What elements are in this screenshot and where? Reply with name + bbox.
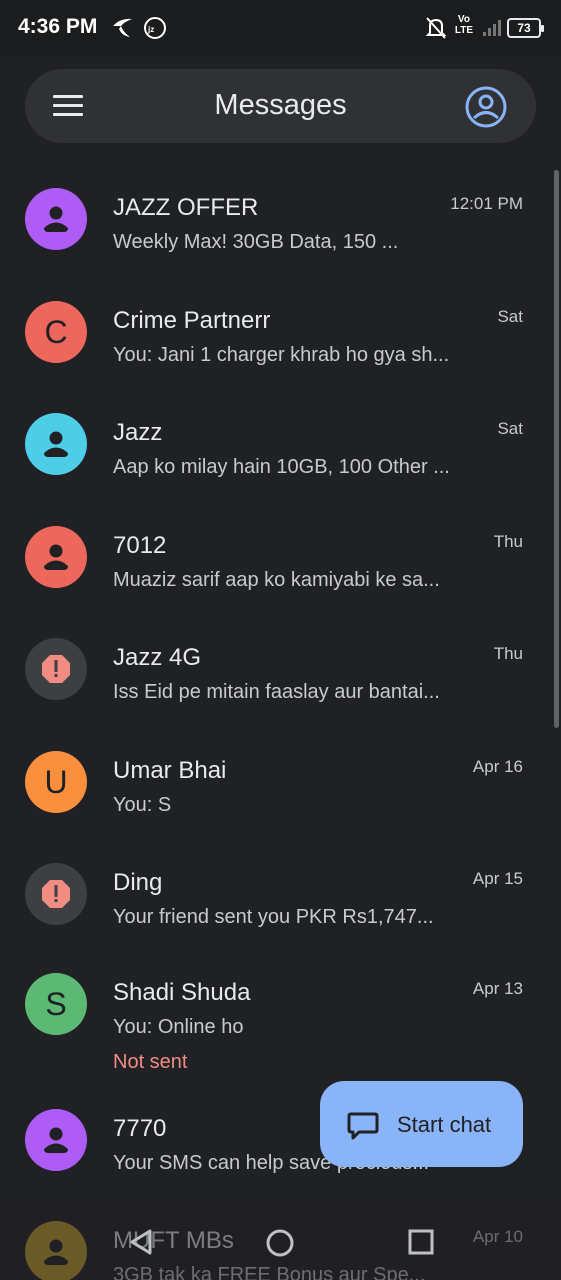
conversation-name: Crime Partnerr	[113, 307, 271, 334]
letter-avatar[interactable]: U	[25, 751, 87, 813]
conversation-snippet: Aap ko milay hain 10GB, 100 Other ...	[113, 456, 450, 478]
conversation-time: Apr 13	[472, 979, 523, 998]
conversation-time: 12:01 PM	[450, 194, 523, 213]
telenor-icon	[110, 16, 136, 45]
conversation-item[interactable]: Jazz 4G Iss Eid pe mitain faaslay aur ban…	[0, 600, 561, 712]
conversation-time: Apr 16	[472, 757, 523, 776]
start-chat-button[interactable]: Start chat	[320, 1081, 523, 1167]
conversation-snippet: You: S	[113, 794, 172, 816]
signal-icon	[483, 20, 501, 36]
person-avatar-icon[interactable]	[25, 526, 87, 588]
avatar-letter: C	[44, 313, 68, 350]
letter-avatar[interactable]: C	[25, 301, 87, 363]
conversation-snippet: You: Online ho	[113, 1016, 244, 1038]
chat-bubble-icon	[345, 1108, 381, 1149]
conversation-name: 7012	[113, 532, 167, 559]
recents-icon[interactable]	[408, 1229, 434, 1260]
status-bar: 4:36 PM jz Vo LTE 73	[0, 0, 561, 56]
conversation-name: JAZZ OFFER	[113, 194, 259, 221]
conversation-name: Shadi Shuda	[113, 979, 251, 1006]
person-avatar-icon[interactable]	[25, 188, 87, 250]
start-chat-label: Start chat	[397, 1112, 492, 1137]
alert-avatar-icon[interactable]	[25, 638, 87, 700]
status-time: 4:36 PM	[18, 15, 98, 38]
conversation-time: Apr 15	[472, 869, 523, 888]
svg-text:jz: jz	[147, 25, 154, 34]
mute-notification-icon	[425, 16, 447, 45]
page-title: Messages	[214, 89, 347, 121]
conversation-item[interactable]: S Shadi Shuda You: Online ho Apr 13 Not sent	[0, 935, 561, 1073]
person-avatar-icon[interactable]	[25, 1109, 87, 1171]
conversation-snippet: You: Jani 1 charger khrab ho gya sh...	[113, 344, 450, 366]
back-icon[interactable]	[128, 1228, 154, 1261]
system-nav-bar	[0, 1205, 561, 1280]
conversation-item[interactable]: 7012 Muaziz sarif aap ko kamiyabi ke sa..…	[0, 488, 561, 600]
scrollbar[interactable]	[554, 170, 559, 728]
person-avatar-icon[interactable]	[25, 413, 87, 475]
conversation-item[interactable]: Jazz Aap ko milay hain 10GB, 100 Other ..…	[0, 375, 561, 487]
conversation-time: Sat	[497, 419, 523, 438]
battery-icon: 73	[507, 18, 544, 38]
conversation-snippet: Iss Eid pe mitain faaslay aur bantai...	[113, 681, 440, 703]
home-icon[interactable]	[265, 1228, 295, 1263]
account-icon[interactable]	[464, 85, 508, 129]
alert-avatar-icon[interactable]	[25, 863, 87, 925]
conversation-snippet: Your friend sent you PKR Rs1,747...	[113, 906, 434, 928]
letter-avatar[interactable]: S	[25, 973, 87, 1035]
conversation-time: Sat	[497, 307, 523, 326]
jazz-icon: jz	[143, 16, 167, 45]
conversation-name: Jazz	[113, 419, 163, 446]
conversation-name: Jazz 4G	[113, 644, 202, 671]
conversation-time: Thu	[493, 532, 523, 551]
volte-indicator: Vo LTE	[455, 14, 473, 36]
conversation-item[interactable]: Ding Your friend sent you PKR Rs1,747... A…	[0, 825, 561, 937]
conversation-item[interactable]: U Umar Bhai You: S Apr 16	[0, 713, 561, 825]
avatar-letter: S	[45, 985, 67, 1022]
conversation-snippet: Weekly Max! 30GB Data, 150 ...	[113, 231, 399, 253]
conversation-item[interactable]: C Crime Partnerr You: Jani 1 charger khrab…	[0, 263, 561, 375]
avatar-letter: U	[44, 763, 68, 800]
top-app-bar: Messages	[25, 69, 536, 143]
conversation-snippet: Muaziz sarif aap ko kamiyabi ke sa...	[113, 569, 440, 591]
conversation-item[interactable]: JAZZ OFFER Weekly Max! 30GB Data, 150 ...…	[0, 150, 561, 262]
volte-bottom: LTE	[454, 25, 473, 36]
battery-level: 73	[517, 21, 531, 35]
conversation-name: 7770	[113, 1115, 167, 1142]
volte-top: Vo	[457, 14, 470, 25]
conversation-name: Umar Bhai	[113, 757, 227, 784]
conversation-time: Thu	[493, 644, 523, 663]
conversation-name: Ding	[113, 869, 163, 896]
